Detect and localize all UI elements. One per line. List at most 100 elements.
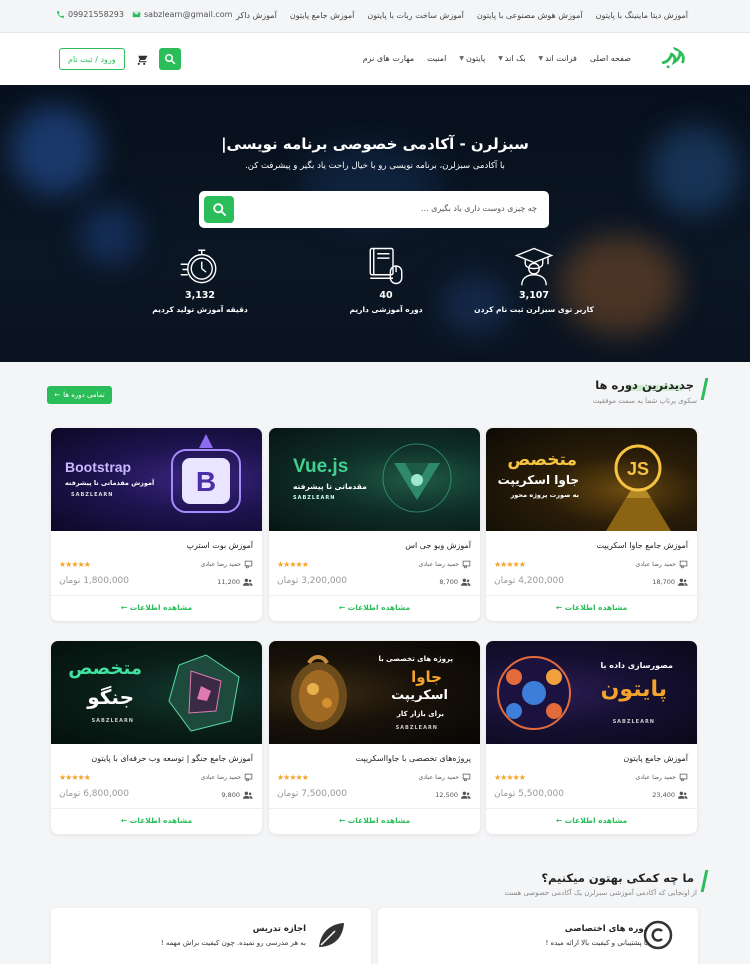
- teacher-name: حمید رضا عبادی: [635, 774, 676, 781]
- email[interactable]: sabzlearn@gmail.com: [132, 10, 232, 19]
- teacher-icon: [679, 560, 688, 569]
- phone-icon: [57, 11, 64, 18]
- course-card[interactable]: Vue.js مقدماتی تا پیشرفته SABZLEARN آموز…: [269, 428, 480, 621]
- view-details-link[interactable]: مشاهده اطلاعات ←: [51, 816, 262, 825]
- course-teacher: حمید رضا عبادی: [636, 773, 688, 782]
- nav-item-security[interactable]: امنیت: [427, 54, 446, 63]
- thumb-heading: متخصص: [507, 450, 577, 470]
- stopwatch-icon: [180, 249, 217, 284]
- card-divider: [486, 595, 697, 596]
- nav-item-python[interactable]: پایتون ▼: [459, 54, 485, 63]
- thumb-heading: جاوا: [411, 668, 442, 686]
- card-divider: [51, 808, 262, 809]
- course-title[interactable]: آموزش جامع پایتون: [623, 754, 688, 763]
- logo-icon[interactable]: [659, 43, 687, 71]
- thumb-caption: SABZLEARN: [612, 719, 655, 725]
- course-card[interactable]: B Bootstrap آموزش مقدماتی تا پیشرفته SAB…: [51, 428, 262, 621]
- course-title[interactable]: آموزش بوت استرپ: [186, 541, 253, 550]
- phone-number: 09921558293: [68, 10, 124, 19]
- teacher-name: حمید رضا عبادی: [418, 561, 459, 568]
- js-badge: JS: [627, 459, 649, 479]
- phone[interactable]: 09921558293: [56, 10, 124, 19]
- thumb-caption: پروژه های تخصصی با: [378, 655, 453, 663]
- course-teacher: حمید رضا عبادی: [201, 773, 253, 782]
- hero-subtitle: با آکادمی سبزلرن، برنامه نویسی رو با خیا…: [245, 161, 505, 171]
- all-courses-button[interactable]: تمامی دوره ها ←: [47, 386, 112, 404]
- top-link[interactable]: آموزش داکر: [236, 11, 277, 20]
- login-button[interactable]: ورود / ثبت نام: [59, 48, 125, 70]
- thumb-subheading: آموزش مقدماتی تا پیشرفته: [65, 479, 155, 487]
- teacher-icon: [679, 773, 688, 782]
- course-thumbnail: پروژه های تخصصی با جاوا اسکریپت برای باز…: [269, 641, 480, 744]
- thumb-caption: SABZLEARN: [293, 495, 336, 501]
- view-details-link[interactable]: مشاهده اطلاعات ←: [486, 816, 697, 825]
- students-count: 18,700: [652, 578, 688, 586]
- stat-value: 3,107: [518, 290, 550, 301]
- top-link[interactable]: آموزش ساخت ربات با پایتون: [367, 11, 463, 20]
- hero-search-input[interactable]: چه چیزی دوست داری یاد بگیری ...: [199, 191, 549, 228]
- rating-stars: ★★★★★: [494, 560, 526, 569]
- users-icon: [461, 791, 471, 799]
- stat-label: دقیقه آموزش تولید کردیم: [152, 305, 248, 314]
- users-icon: [678, 791, 688, 799]
- course-card[interactable]: متخصص جنگو SABZLEARN آموزش جامع جنگو | ت…: [51, 641, 262, 834]
- students-count: 12,500: [435, 791, 471, 799]
- cart-button[interactable]: [131, 48, 153, 70]
- nav-item-frontend[interactable]: فرانت اند ▼: [538, 54, 576, 63]
- students-value: 18,700: [652, 578, 675, 586]
- search-placeholder: چه چیزی دوست داری یاد بگیری ...: [420, 204, 537, 213]
- course-price: 7,500,000 تومان: [277, 789, 348, 799]
- teacher-icon: [244, 560, 253, 569]
- course-title[interactable]: آموزش ویو جی اس: [405, 541, 471, 550]
- email-address: sabzlearn@gmail.com: [144, 10, 233, 19]
- nav-item-home[interactable]: صفحه اصلی: [590, 54, 631, 63]
- course-price: 1,800,000 تومان: [59, 576, 130, 586]
- chevron-down-icon: ▼: [538, 55, 544, 62]
- course-title[interactable]: پروژه‌های تخصصی با جاوااسکریپت: [356, 754, 471, 763]
- section-accent: [700, 378, 709, 400]
- view-details-link[interactable]: مشاهده اطلاعات ←: [486, 603, 697, 612]
- stat-value: 40: [379, 290, 393, 301]
- top-link[interactable]: آموزش دیتا ماینینگ با پایتون: [596, 11, 688, 20]
- rating-stars: ★★★★★: [277, 560, 309, 569]
- top-link[interactable]: آموزش هوش مصنوعی با پایتون: [477, 11, 583, 20]
- hero-bokeh: [80, 205, 140, 265]
- stat-label: دوره آموزشی داریم: [349, 305, 423, 314]
- arrow-left-icon: ←: [54, 391, 61, 399]
- hero: سبزلرن - آکادمی خصوصی برنامه نویسی| با آ…: [0, 85, 750, 362]
- view-details-link[interactable]: مشاهده اطلاعات ←: [51, 603, 262, 612]
- feature-title: اجازه تدریس: [252, 924, 306, 934]
- teacher-icon: [462, 773, 471, 782]
- view-details-link[interactable]: مشاهده اطلاعات ←: [269, 816, 480, 825]
- course-title[interactable]: آموزش جامع جاوا اسکریپت: [596, 541, 688, 550]
- nav-item-backend[interactable]: بک اند ▼: [498, 54, 525, 63]
- course-thumbnail: JS متخصص جاوا اسکریپت به صورت پروژه محور: [486, 428, 697, 531]
- students-value: 11,200: [217, 578, 240, 586]
- thumb-caption: به صورت پروژه محور: [510, 491, 579, 499]
- top-link[interactable]: آموزش جامع پایتون: [290, 11, 355, 20]
- course-teacher: حمید رضا عبادی: [419, 560, 471, 569]
- rating-stars: ★★★★★: [494, 773, 526, 782]
- feature-text: با پشتیبانی و کیفیت بالا ارائه میده !: [545, 939, 648, 947]
- section-subtitle: از اونجایی که آکادمی آموزشی سبزلرن یک آک…: [504, 889, 697, 897]
- course-thumbnail: B Bootstrap آموزش مقدماتی تا پیشرفته SAB…: [51, 428, 262, 531]
- hero-search-button[interactable]: [204, 196, 234, 223]
- course-card[interactable]: پروژه های تخصصی با جاوا اسکریپت برای باز…: [269, 641, 480, 834]
- header: صفحه اصلی فرانت اند ▼ بک اند ▼ پایتون ▼ امن…: [0, 33, 750, 85]
- header-actions: ورود / ثبت نام: [59, 48, 181, 70]
- thumb-subheading: جنگو: [87, 685, 134, 709]
- course-card[interactable]: JS متخصص جاوا اسکریپت به صورت پروژه محور…: [486, 428, 697, 621]
- header-search-button[interactable]: [158, 48, 181, 70]
- stat-value: 3,132: [184, 290, 216, 301]
- card-divider: [269, 595, 480, 596]
- course-title[interactable]: آموزش جامع جنگو | توسعه وب حرفه‌ای با پا…: [91, 754, 253, 763]
- card-divider: [486, 808, 697, 809]
- course-card[interactable]: مصورسازی داده با پایتون SABZLEARN آموزش …: [486, 641, 697, 834]
- view-details-link[interactable]: مشاهده اطلاعات ←: [269, 603, 480, 612]
- nav-item-soft-skills[interactable]: مهارت های نرم: [363, 54, 414, 63]
- thumb-caption: SABZLEARN: [395, 725, 438, 731]
- thumb-heading: پایتون: [600, 677, 667, 702]
- thumb-heading: متخصص: [68, 658, 142, 679]
- teacher-name: حمید رضا عبادی: [200, 561, 241, 568]
- thumb-subheading: مقدماتی تا پیشرفته: [293, 482, 367, 491]
